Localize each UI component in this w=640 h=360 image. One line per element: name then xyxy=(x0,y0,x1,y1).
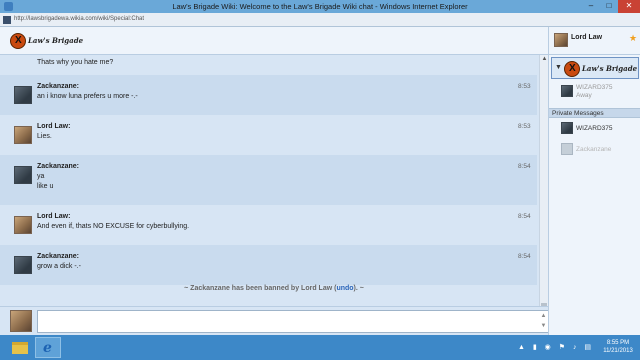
chat-page: Law's Brigade Thats why you hate me? Zac… xyxy=(0,27,640,335)
message-line: an i know luna prefers u more -.- xyxy=(37,93,138,100)
message-time: 8:54 xyxy=(518,213,531,220)
message-scrollbar[interactable]: ▲ ▼ xyxy=(539,55,548,329)
chat-message: Lord Law: 8:54 And even if, thats NO EXC… xyxy=(0,205,537,245)
room-logo: Law's Brigade xyxy=(564,61,637,77)
private-messages-header: Private Messages xyxy=(549,108,640,118)
avatar xyxy=(561,122,573,134)
logo-wordmark: Law's Brigade xyxy=(28,36,84,45)
message-author[interactable]: Lord Law: xyxy=(37,213,70,220)
windows-taskbar: e ▲ ▮ ◉ ⚑ ♪ ▤ 8:55 PM 11/21/2013 xyxy=(0,335,640,360)
system-tray-icons[interactable]: ▲ ▮ ◉ ⚑ ♪ ▤ xyxy=(518,343,594,351)
room-name: Law's Brigade xyxy=(582,64,638,73)
message-list: Thats why you hate me? Zackanzane: 8:53 … xyxy=(0,55,548,335)
star-icon: ★ xyxy=(629,33,638,43)
minimize-button[interactable]: – xyxy=(582,0,600,13)
self-avatar xyxy=(10,310,32,332)
maximize-button[interactable]: □ xyxy=(600,0,618,13)
avatar[interactable] xyxy=(14,256,32,274)
page-icon xyxy=(3,16,11,24)
window-title: Law's Brigade Wiki: Welcome to the Law's… xyxy=(172,2,468,11)
input-scroll-down-arrow[interactable]: ▼ xyxy=(539,321,548,331)
wiki-logo[interactable]: Law's Brigade xyxy=(10,33,83,49)
file-explorer-button[interactable] xyxy=(7,337,33,358)
message-time: 8:54 xyxy=(518,253,531,260)
message-time: 8:53 xyxy=(518,123,531,130)
user-name: WIZARD375 xyxy=(576,84,613,91)
message-time: 8:53 xyxy=(518,83,531,90)
private-message-item[interactable]: Zackanzane xyxy=(549,140,640,160)
private-message-item[interactable]: WIZARD375 xyxy=(549,119,640,139)
avatar[interactable] xyxy=(14,216,32,234)
chat-message: Zackanzane: 8:53 an i know luna prefers … xyxy=(0,75,537,115)
clock-time: 8:55 PM xyxy=(606,340,630,346)
current-user-name: Lord Law xyxy=(571,34,603,41)
chat-message: Zackanzane: 8:54 ya like u xyxy=(0,155,537,205)
input-scroll-up-arrow[interactable]: ▲ xyxy=(539,311,548,321)
address-url[interactable]: http://lawsbrigadewa.wikia.com/wiki/Spec… xyxy=(14,16,144,22)
message-line: ya xyxy=(37,173,45,180)
window-titlebar: Law's Brigade Wiki: Welcome to the Law's… xyxy=(0,0,640,13)
message-line: And even if, thats NO EXCUSE for cyberbu… xyxy=(37,223,190,230)
internet-explorer-button[interactable]: e xyxy=(35,337,61,358)
message-line: Lies. xyxy=(37,133,52,140)
message-input[interactable] xyxy=(37,310,550,333)
brigade-emblem-icon xyxy=(10,33,26,49)
message-author[interactable]: Zackanzane: xyxy=(37,83,79,90)
chat-header: Law's Brigade xyxy=(0,27,548,55)
avatar xyxy=(561,85,573,97)
user-name: WIZARD375 xyxy=(576,125,613,132)
undo-link[interactable]: undo xyxy=(336,285,353,292)
message-author[interactable]: Lord Law: xyxy=(37,123,70,130)
ban-notice-text: ~ Zackanzane has been banned by Lord Law… xyxy=(184,285,337,292)
current-user[interactable]: Lord Law ★ xyxy=(549,27,640,55)
user-name: Zackanzane xyxy=(576,146,612,153)
message-time: 8:54 xyxy=(518,163,531,170)
close-button[interactable]: ✕ xyxy=(618,0,640,13)
address-bar[interactable]: http://lawsbrigadewa.wikia.com/wiki/Spec… xyxy=(0,13,640,27)
message-line: like u xyxy=(37,183,54,190)
main-room-item[interactable]: ▼ Law's Brigade xyxy=(551,57,639,79)
avatar[interactable] xyxy=(14,126,32,144)
avatar[interactable] xyxy=(14,166,32,184)
collapse-caret-icon[interactable]: ▼ xyxy=(555,64,562,71)
ie-icon: e xyxy=(43,340,52,356)
message-line: Thats why you hate me? xyxy=(37,59,114,66)
ban-notice-end: ). ~ xyxy=(353,285,364,292)
folder-icon xyxy=(12,342,28,354)
brigade-emblem-icon xyxy=(564,61,580,77)
user-sidebar: Lord Law ★ ▼ Law's Brigade WIZARD375 Awa… xyxy=(548,27,640,335)
message-author[interactable]: Zackanzane: xyxy=(37,163,79,170)
system-clock[interactable]: 8:55 PM 11/21/2013 xyxy=(600,339,636,355)
clock-date: 11/21/2013 xyxy=(603,348,633,354)
ban-notice: ~ Zackanzane has been banned by Lord Law… xyxy=(0,285,548,292)
avatar xyxy=(554,33,568,47)
chat-message: Zackanzane: 8:54 grow a dick -.- xyxy=(0,245,537,285)
compose-area: ▲ ▼ xyxy=(0,306,550,335)
message-line: grow a dick -.- xyxy=(37,263,81,270)
input-scrollbar[interactable]: ▲ ▼ xyxy=(539,311,548,332)
avatar[interactable] xyxy=(14,86,32,104)
chat-message: Lord Law: 8:53 Lies. xyxy=(0,115,537,155)
avatar xyxy=(561,143,573,155)
user-list-item[interactable]: WIZARD375 Away xyxy=(549,82,640,102)
chat-message: Thats why you hate me? xyxy=(0,55,537,75)
user-status: Away xyxy=(576,92,592,99)
message-author[interactable]: Zackanzane: xyxy=(37,253,79,260)
